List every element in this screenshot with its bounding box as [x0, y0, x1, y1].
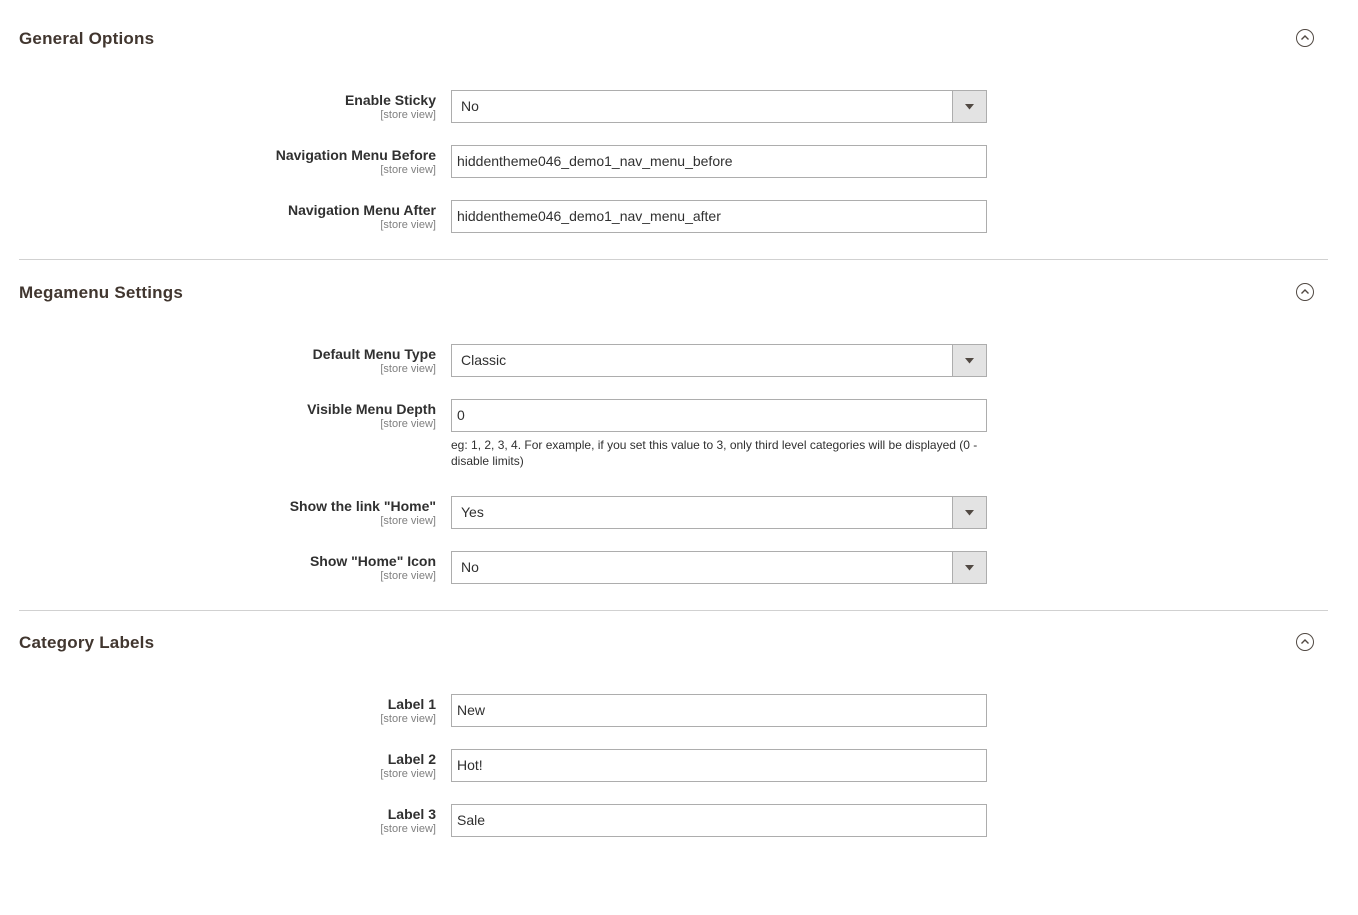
field-label-wrap: Navigation Menu After [store view] — [16, 202, 436, 232]
field-label: Label 3 — [387, 806, 436, 822]
section-megamenu-settings: Megamenu Settings Default Menu Type [sto… — [19, 282, 1328, 592]
section-header-general-options[interactable]: General Options — [19, 28, 1328, 58]
field-label: Label 1 — [387, 696, 436, 712]
scope-label: [store view] — [380, 418, 436, 430]
select-arrow[interactable] — [952, 345, 986, 376]
visible-menu-depth-input[interactable]: 0 — [451, 399, 987, 432]
field-label-wrap: Label 3 [store view] — [16, 806, 436, 836]
select-value: Classic — [461, 352, 507, 368]
field-label: Enable Sticky — [344, 92, 436, 108]
scope-label: [store view] — [380, 219, 436, 231]
caret-down-icon — [965, 565, 974, 571]
chevron-up-circle-icon[interactable] — [1296, 29, 1314, 47]
field-show-home-link: Show the link "Home" [store view] Yes — [19, 496, 1328, 530]
field-label: Visible Menu Depth — [307, 401, 436, 417]
field-visible-menu-depth: Visible Menu Depth [store view] 0 — [19, 399, 1328, 433]
field-label-wrap: Label 2 [store view] — [16, 751, 436, 781]
field-label-2: Label 2 [store view] Hot! — [19, 749, 1328, 783]
section-divider — [19, 610, 1328, 611]
scope-label: [store view] — [380, 363, 436, 375]
select-value: No — [461, 559, 479, 575]
caret-down-icon — [965, 358, 974, 364]
default-menu-type-select[interactable]: Classic — [451, 344, 987, 377]
field-label: Show "Home" Icon — [309, 553, 436, 569]
navigation-menu-after-input[interactable]: hiddentheme046_demo1_nav_menu_after — [451, 200, 987, 233]
select-value: Yes — [461, 504, 484, 520]
label-2-input[interactable]: Hot! — [451, 749, 987, 782]
label-1-input[interactable]: New — [451, 694, 987, 727]
caret-down-icon — [965, 510, 974, 516]
caret-down-icon — [965, 104, 974, 110]
section-title: Megamenu Settings — [19, 283, 183, 302]
field-default-menu-type: Default Menu Type [store view] Classic — [19, 344, 1328, 378]
enable-sticky-select[interactable]: No — [451, 90, 987, 123]
section-category-labels: Category Labels Label 1 [store view] New… — [19, 632, 1328, 842]
field-label: Show the link "Home" — [289, 498, 436, 514]
section-general-options: General Options Enable Sticky [store vie… — [19, 28, 1328, 238]
field-label-wrap: Default Menu Type [store view] — [16, 346, 436, 376]
visible-menu-depth-note: eg: 1, 2, 3, 4. For example, if you set … — [451, 438, 978, 468]
chevron-up-circle-icon[interactable] — [1296, 633, 1314, 651]
scope-label: [store view] — [380, 109, 436, 121]
scope-label: [store view] — [380, 570, 436, 582]
field-show-home-icon: Show "Home" Icon [store view] No — [19, 551, 1328, 585]
section-title: General Options — [19, 29, 155, 48]
field-label-wrap: Label 1 [store view] — [16, 696, 436, 726]
scope-label: [store view] — [380, 515, 436, 527]
label-3-input[interactable]: Sale — [451, 804, 987, 837]
chevron-up-circle-icon[interactable] — [1296, 283, 1314, 301]
field-label: Label 2 — [387, 751, 436, 767]
field-enable-sticky: Enable Sticky [store view] No — [19, 90, 1328, 124]
field-label-wrap: Navigation Menu Before [store view] — [16, 147, 436, 177]
scope-label: [store view] — [380, 768, 436, 780]
field-label: Default Menu Type — [312, 346, 436, 362]
section-header-category-labels[interactable]: Category Labels — [19, 632, 1328, 662]
field-label: Navigation Menu After — [287, 202, 436, 218]
config-page: General Options Enable Sticky [store vie… — [0, 0, 1358, 915]
select-arrow[interactable] — [952, 552, 986, 583]
field-label-wrap: Show the link "Home" [store view] — [16, 498, 436, 528]
field-label-3: Label 3 [store view] Sale — [19, 804, 1328, 838]
show-home-icon-select[interactable]: No — [451, 551, 987, 584]
select-arrow[interactable] — [952, 497, 986, 528]
navigation-menu-before-input[interactable]: hiddentheme046_demo1_nav_menu_before — [451, 145, 987, 178]
field-label-wrap: Show "Home" Icon [store view] — [16, 553, 436, 583]
show-home-link-select[interactable]: Yes — [451, 496, 987, 529]
section-header-megamenu-settings[interactable]: Megamenu Settings — [19, 282, 1328, 312]
section-divider — [19, 259, 1328, 260]
select-arrow[interactable] — [952, 91, 986, 122]
field-navigation-menu-before: Navigation Menu Before [store view] hidd… — [19, 145, 1328, 179]
scope-label: [store view] — [380, 823, 436, 835]
scope-label: [store view] — [380, 164, 436, 176]
section-title: Category Labels — [19, 633, 155, 652]
field-navigation-menu-after: Navigation Menu After [store view] hidde… — [19, 200, 1328, 234]
scope-label: [store view] — [380, 713, 436, 725]
field-label-wrap: Visible Menu Depth [store view] — [16, 401, 436, 431]
field-label-1: Label 1 [store view] New — [19, 694, 1328, 728]
field-label-wrap: Enable Sticky [store view] — [16, 92, 436, 122]
select-value: No — [461, 98, 479, 114]
field-label: Navigation Menu Before — [275, 147, 436, 163]
